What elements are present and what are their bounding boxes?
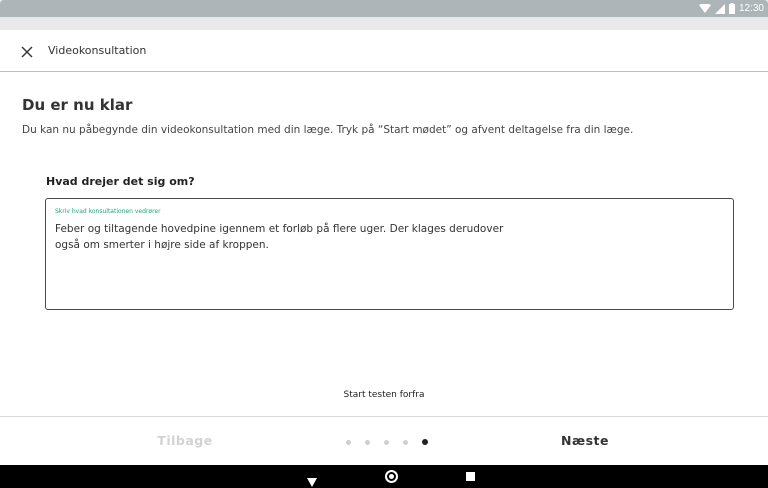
system-nav-bar [0,465,768,488]
question-label: Hvad drejer det sig om? [46,175,195,188]
status-bar-strip: 12:30 [0,0,768,17]
page-dot-active [422,439,428,445]
battery-icon [728,3,735,14]
nav-recent-icon[interactable] [466,472,475,481]
textarea-floating-label: Skriv hvad konsultationen vedrører [55,208,161,215]
restart-link[interactable]: Start testen forfra [0,390,768,400]
status-icons: 12:30 [698,2,764,15]
page-indicator [346,439,428,445]
page-title: Videokonsultation [48,44,147,57]
page-dot [384,439,389,445]
signal-icon [714,3,725,14]
status-time: 12:30 [738,3,764,14]
next-button[interactable]: Næste [510,433,660,448]
textarea-value[interactable]: Feber og tiltagende hovedpine igennem et… [55,221,575,253]
textarea-value-line: også om smerter i højre side af kroppen. [55,239,269,251]
consultation-textarea[interactable]: Skriv hvad konsultationen vedrører Feber… [45,198,734,310]
page-dot [346,439,351,445]
textarea-value-line: Feber og tiltagende hovedpine igennem et… [55,223,504,235]
intro-text: Du kan nu påbegynde din videokonsultatio… [22,124,634,136]
page-dot [403,439,408,445]
bottom-navigation: Tilbage Næste [0,416,768,465]
section-heading: Du er nu klar [22,96,133,114]
nav-back-icon[interactable] [307,472,317,488]
top-app-bar: Videokonsultation [0,30,768,72]
back-button[interactable]: Tilbage [110,433,260,448]
nav-home-icon[interactable] [385,470,398,483]
page-dot [365,439,370,445]
wifi-icon [698,3,711,14]
status-bar: 12:30 [0,0,768,30]
close-icon[interactable] [20,44,34,58]
